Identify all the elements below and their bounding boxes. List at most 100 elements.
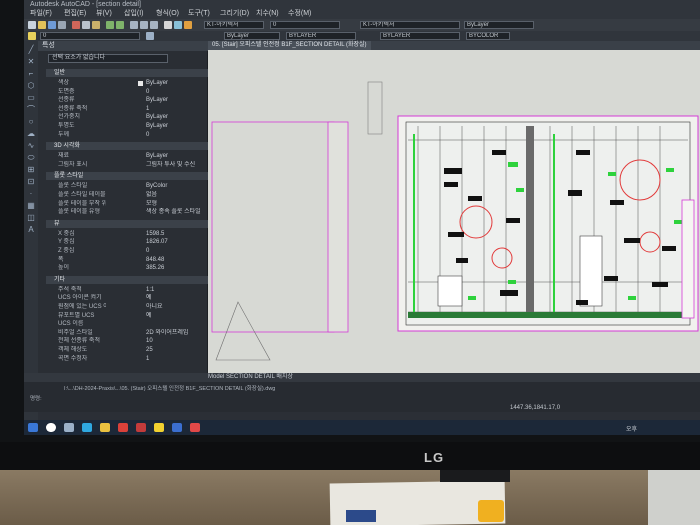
file-explorer-icon[interactable] [100,423,110,432]
menu-dimension[interactable]: 치수(N) [256,9,279,19]
property-row[interactable]: 그림자 표시 그림자 투사 및 수신 [46,161,208,169]
property-row[interactable]: 높이 385.26 [46,264,208,272]
menu-file[interactable]: 파일(F) [30,9,52,19]
property-row[interactable]: 폭 848.48 [46,256,208,264]
lineweight-dropdown[interactable]: BYLAYER [380,32,460,40]
insert-block-icon[interactable]: ⊞ [26,165,36,174]
undo-icon[interactable] [106,21,114,29]
region-icon[interactable]: ◫ [26,213,36,222]
mtext-icon[interactable]: A [26,225,36,234]
ellipse-icon[interactable]: ⬭ [26,153,36,162]
property-row[interactable]: 객체 해상도 25 [46,346,208,354]
property-row[interactable]: 주석 축척 1:1 [46,286,208,294]
section-view[interactable]: 뷰 [46,219,208,228]
app-icon[interactable] [172,423,182,432]
color-dropdown[interactable]: ByLayer [224,32,280,40]
layout-tabs[interactable]: Model SECTION DETAIL 배치상 [208,373,348,382]
kakaotalk-icon[interactable] [154,423,164,432]
menu-insert[interactable]: 삽입(I) [124,9,144,19]
open-icon[interactable] [38,21,46,29]
chrome-icon[interactable] [118,423,128,432]
menu-draw[interactable]: 그리기(D) [220,9,249,19]
construction-line-icon[interactable]: ✕ [26,57,36,66]
paste-icon[interactable] [92,21,100,29]
table-style-dropdown[interactable]: KT-아키텍처 [360,21,460,29]
rectangle-icon[interactable]: ▭ [26,93,36,102]
circle-icon[interactable]: ○ [26,117,36,126]
text-style-dropdown[interactable]: KT-아키텍처 [204,21,264,29]
autocad-icon[interactable] [136,423,146,432]
revision-cloud-icon[interactable]: ☁ [26,129,36,138]
point-icon[interactable]: · [26,189,36,198]
properties-icon[interactable] [164,21,172,29]
property-row[interactable]: 선가중치 ByLayer [46,113,208,121]
plotstyle-dropdown[interactable]: BYCOLOR [466,32,510,40]
menu-tools[interactable]: 도구(T) [188,9,210,19]
command-line[interactable]: I:\...\DH-2024-Praxis\...\05. (Stair) 오피… [24,382,700,412]
property-row[interactable]: UCS 아이콘 켜기 예 [46,294,208,302]
zoom-icon[interactable] [140,21,148,29]
make-current-icon[interactable] [146,32,154,40]
selection-dropdown[interactable]: 선택 요소가 없습니다 [48,54,168,63]
start-icon[interactable] [28,423,38,432]
design-center-icon[interactable] [174,21,182,29]
property-row[interactable]: 투명도 ByLayer [46,122,208,130]
section-view3d[interactable]: 3D 시각화 [46,142,208,151]
layer-manager-icon[interactable] [28,32,36,40]
task-view-icon[interactable] [64,423,74,432]
section-general[interactable]: 일반 [46,69,208,77]
menu-edit[interactable]: 편집(E) [64,9,86,19]
redo-icon[interactable] [116,21,124,29]
save-icon[interactable] [48,21,56,29]
menu-format[interactable]: 형식(O) [156,9,179,19]
print-icon[interactable] [58,21,66,29]
drawing-area[interactable]: 05. [Stair] 오피스텔 인전정 B1F_SECTION DETAIL … [208,41,700,373]
cut-icon[interactable] [72,21,80,29]
new-icon[interactable] [28,21,36,29]
model-space[interactable] [208,50,700,373]
property-row[interactable]: 원점에 있는 UCS 아이콘 아니요 [46,303,208,311]
property-row[interactable]: 플롯 스타일 테이블 없음 [46,191,208,199]
layer-dropdown[interactable]: 0 [40,32,140,40]
property-row[interactable]: 도면층 0 [46,88,208,96]
line-icon[interactable]: ╱ [26,45,36,54]
property-row[interactable]: X 중심 1598.5 [46,230,208,238]
property-key: 재료 [58,153,70,160]
dim-style-dropdown[interactable]: 0 [270,21,340,29]
property-row[interactable]: Y 중심 1826.07 [46,238,208,246]
property-row[interactable]: 선종류 축척 1 [46,105,208,113]
property-row[interactable]: 플롯 스타일 ByColor [46,182,208,190]
property-row[interactable]: Z 중심 0 [46,247,208,255]
multileader-style-dropdown[interactable]: ByLayer [464,21,534,29]
pdf-icon[interactable] [190,423,200,432]
property-row[interactable]: 두께 0 [46,131,208,139]
property-row[interactable]: 플롯 테이블 부착 위치 모형 [46,200,208,208]
section-plot[interactable]: 플롯 스타일 [46,172,208,181]
property-row[interactable]: 비주얼 스타일 2D 와이어프레임 [46,329,208,337]
property-row[interactable]: 플롯 테이블 유형 색상 종속 플롯 스타일 [46,208,208,216]
spline-icon[interactable]: ∿ [26,141,36,150]
property-row[interactable]: 색상 ByLayer [46,79,208,87]
zoom-window-icon[interactable] [150,21,158,29]
property-row[interactable]: 전체 선종류 축척 10 [46,337,208,345]
tool-palette-icon[interactable] [184,21,192,29]
arc-icon[interactable]: ⌒ [26,105,36,114]
hatch-icon[interactable]: ▦ [26,201,36,210]
make-block-icon[interactable]: ⊡ [26,177,36,186]
pan-icon[interactable] [130,21,138,29]
property-row[interactable]: 재료 ByLayer [46,152,208,160]
copy-icon[interactable] [82,21,90,29]
property-row[interactable]: UCS 이름 [46,320,208,328]
file-tab-active[interactable]: 05. [Stair] 오피스텔 인전정 B1F_SECTION DETAIL … [208,41,371,50]
property-row[interactable]: 선종류 ByLayer [46,96,208,104]
search-icon[interactable] [46,423,56,432]
linetype-dropdown[interactable]: BYLAYER [286,32,356,40]
polyline-icon[interactable]: ⌐ [26,69,36,78]
edge-icon[interactable] [82,423,92,432]
property-row[interactable]: 뷰포트별 UCS 예 [46,312,208,320]
property-row[interactable]: 곡면 수정자 1 [46,355,208,363]
section-misc[interactable]: 기타 [46,275,208,284]
menu-view[interactable]: 뷰(V) [96,9,112,19]
menu-modify[interactable]: 수정(M) [288,9,311,19]
polygon-icon[interactable]: ⬡ [26,81,36,90]
